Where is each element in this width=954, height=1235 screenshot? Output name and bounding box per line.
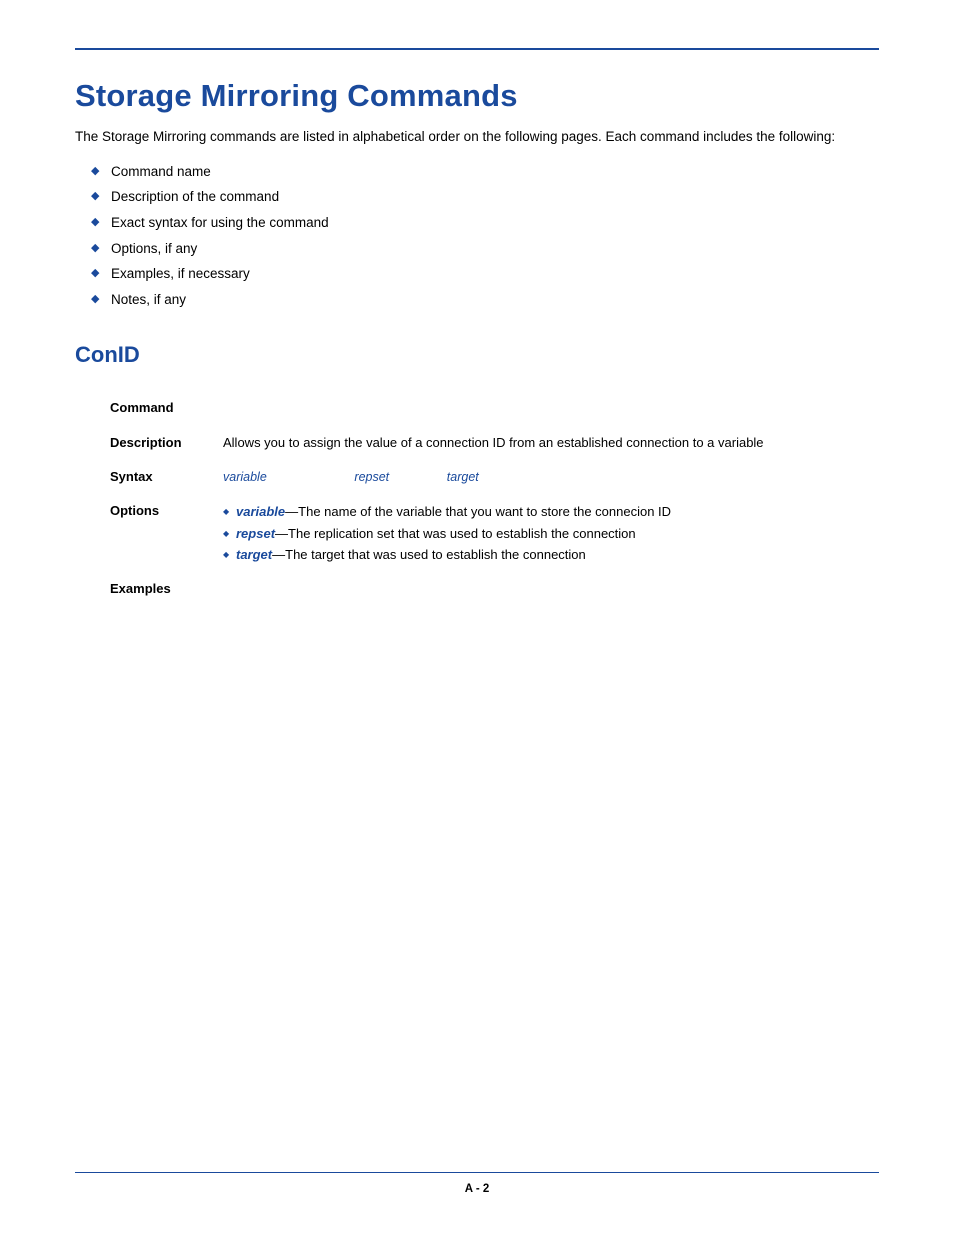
row-syntax: Syntax variable repset target: [110, 467, 879, 487]
footer-rule: [75, 1172, 879, 1173]
syntax-param: target: [447, 470, 479, 484]
list-item: Description of the command: [91, 184, 879, 210]
label-description: Description: [110, 433, 223, 453]
list-item: Exact syntax for using the command: [91, 210, 879, 236]
list-item: Options, if any: [91, 236, 879, 262]
command-table: Command Description Allows you to assign…: [110, 398, 879, 599]
label-command: Command: [110, 398, 223, 418]
row-command: Command: [110, 398, 879, 418]
content-options: variable—The name of the variable that y…: [223, 501, 879, 565]
list-item: Examples, if necessary: [91, 261, 879, 287]
content-command: [223, 398, 879, 418]
row-options: Options variable—The name of the variabl…: [110, 501, 879, 565]
option-item: variable—The name of the variable that y…: [223, 501, 879, 522]
row-description: Description Allows you to assign the val…: [110, 433, 879, 453]
list-item: Command name: [91, 159, 879, 185]
syntax-param: variable: [223, 470, 267, 484]
option-name: repset: [236, 526, 275, 541]
intro-bullet-list: Command name Description of the command …: [75, 159, 879, 313]
intro-text: The Storage Mirroring commands are liste…: [75, 128, 879, 147]
row-examples: Examples: [110, 579, 879, 599]
top-rule: [75, 48, 879, 50]
option-name: target: [236, 547, 272, 562]
page-number: A - 2: [75, 1183, 879, 1195]
section-heading: ConID: [75, 342, 879, 368]
page-footer: A - 2: [75, 1172, 879, 1195]
list-item: Notes, if any: [91, 287, 879, 313]
page-title: Storage Mirroring Commands: [75, 78, 879, 114]
content-syntax: variable repset target: [223, 467, 879, 487]
option-name: variable: [236, 504, 285, 519]
options-list: variable—The name of the variable that y…: [223, 501, 879, 565]
syntax-param: repset: [354, 470, 389, 484]
content-description: Allows you to assign the value of a conn…: [223, 433, 879, 453]
option-item: target—The target that was used to estab…: [223, 544, 879, 565]
option-desc: —The replication set that was used to es…: [275, 526, 636, 541]
label-examples: Examples: [110, 579, 223, 599]
option-desc: —The target that was used to establish t…: [272, 547, 586, 562]
label-options: Options: [110, 501, 223, 565]
option-item: repset—The replication set that was used…: [223, 523, 879, 544]
option-desc: —The name of the variable that you want …: [285, 504, 671, 519]
content-examples: [223, 579, 879, 599]
label-syntax: Syntax: [110, 467, 223, 487]
